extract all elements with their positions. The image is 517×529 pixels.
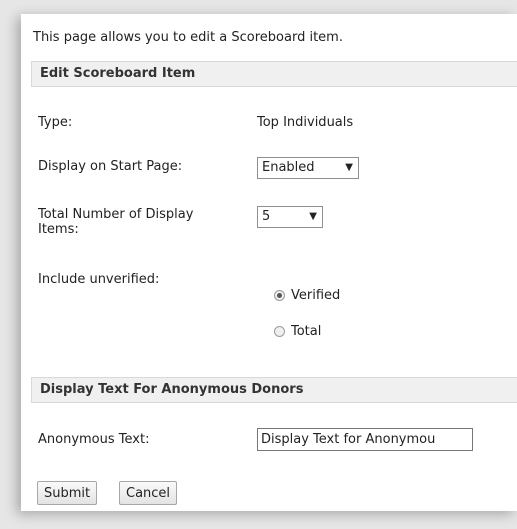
radio-total[interactable]: Total: [274, 324, 321, 339]
intro-text: This page allows you to edit a Scoreboar…: [33, 30, 343, 45]
display-on-start-page-label: Display on Start Page:: [38, 159, 183, 174]
section-header-anonymous-donors: Display Text For Anonymous Donors: [31, 377, 517, 403]
total-number-display-items-select[interactable]: 5 ▼: [257, 206, 323, 228]
type-value: Top Individuals: [257, 115, 354, 130]
display-on-start-page-value: Enabled: [262, 160, 315, 175]
chevron-down-icon: ▼: [345, 162, 353, 173]
section-header-edit-scoreboard-item: Edit Scoreboard Item: [31, 61, 517, 87]
anonymous-text-input[interactable]: [257, 428, 473, 451]
radio-verified-label: Verified: [291, 288, 341, 303]
radio-verified-icon[interactable]: [274, 290, 285, 301]
radio-total-label: Total: [291, 324, 322, 339]
include-unverified-label: Include unverified:: [38, 272, 160, 287]
radio-verified[interactable]: Verified: [274, 288, 340, 303]
display-on-start-page-select[interactable]: Enabled ▼: [257, 157, 359, 179]
radio-total-icon[interactable]: [274, 326, 285, 337]
anonymous-text-label: Anonymous Text:: [38, 432, 150, 447]
type-label: Type:: [38, 115, 73, 130]
edit-scoreboard-panel: This page allows you to edit a Scoreboar…: [21, 14, 517, 511]
cancel-button[interactable]: Cancel: [119, 481, 178, 505]
total-number-display-items-value: 5: [262, 209, 271, 224]
submit-button[interactable]: Submit: [37, 481, 98, 505]
total-number-display-items-label: Total Number of Display Items:: [38, 207, 194, 237]
chevron-down-icon: ▼: [309, 211, 317, 222]
